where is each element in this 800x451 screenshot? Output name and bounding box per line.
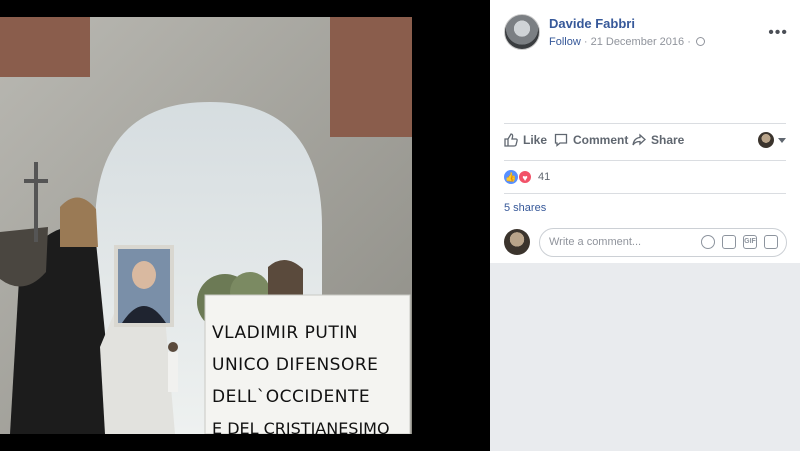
speech-bubble-icon bbox=[554, 133, 568, 147]
sidebar-empty-area bbox=[490, 263, 800, 451]
more-options-icon[interactable]: ••• bbox=[768, 24, 788, 42]
like-label: Like bbox=[523, 133, 548, 147]
chevron-down-icon bbox=[778, 137, 786, 143]
author-name[interactable]: Davide Fabbri bbox=[549, 16, 635, 31]
sign-line: UNICO DIFENSORE bbox=[212, 355, 379, 375]
reaction-count: 41 bbox=[538, 170, 551, 183]
comment-tools: GIF bbox=[701, 235, 778, 249]
protest-sign-text: VLADIMIR PUTIN UNICO DIFENSORE DELL`OCCI… bbox=[212, 317, 408, 434]
thumbs-up-icon bbox=[504, 133, 518, 147]
share-arrow-icon bbox=[632, 133, 646, 146]
post-as-selector[interactable] bbox=[758, 132, 786, 148]
shares-link[interactable]: 5 shares bbox=[504, 193, 786, 223]
viewer-avatar bbox=[758, 132, 774, 148]
photo-viewer: VLADIMIR PUTIN UNICO DIFENSORE DELL`OCCI… bbox=[0, 0, 490, 451]
post-photo[interactable]: VLADIMIR PUTIN UNICO DIFENSORE DELL`OCCI… bbox=[0, 17, 412, 434]
globe-icon bbox=[695, 37, 705, 46]
share-label: Share bbox=[651, 133, 685, 147]
sticker-icon[interactable] bbox=[764, 235, 778, 249]
post-header: Davide Fabbri Follow · 21 December 2016 … bbox=[504, 14, 794, 54]
love-reaction-icon: ♥ bbox=[518, 169, 532, 184]
follow-link[interactable]: Follow bbox=[549, 36, 581, 48]
camera-icon[interactable] bbox=[722, 235, 736, 249]
author-avatar[interactable] bbox=[504, 14, 540, 50]
like-reaction-icon: 👍 bbox=[504, 169, 518, 184]
viewer-avatar bbox=[504, 229, 530, 255]
comment-button[interactable]: Comment bbox=[554, 133, 628, 147]
sign-line: VLADIMIR PUTIN bbox=[212, 323, 358, 343]
comment-input[interactable] bbox=[549, 236, 689, 248]
share-button[interactable]: Share bbox=[632, 133, 684, 147]
gif-icon[interactable]: GIF bbox=[743, 235, 757, 249]
comment-composer: GIF bbox=[504, 226, 787, 260]
reactions-summary[interactable]: 👍 ♥ 41 bbox=[504, 160, 786, 192]
meta-separator: · bbox=[684, 36, 694, 48]
emoji-icon[interactable] bbox=[701, 235, 715, 249]
sign-line: DELL`OCCIDENTE bbox=[212, 387, 371, 407]
post-actions: Like Comment Share bbox=[504, 123, 786, 157]
meta-separator: · bbox=[580, 36, 591, 48]
comment-label: Comment bbox=[573, 133, 629, 147]
like-button[interactable]: Like bbox=[504, 133, 547, 147]
sign-line: E DEL CRISTIANESIMO bbox=[212, 419, 390, 434]
comment-box[interactable]: GIF bbox=[539, 228, 787, 257]
post-date[interactable]: 21 December 2016 bbox=[591, 36, 685, 48]
post-meta: Follow · 21 December 2016 · bbox=[549, 36, 705, 48]
